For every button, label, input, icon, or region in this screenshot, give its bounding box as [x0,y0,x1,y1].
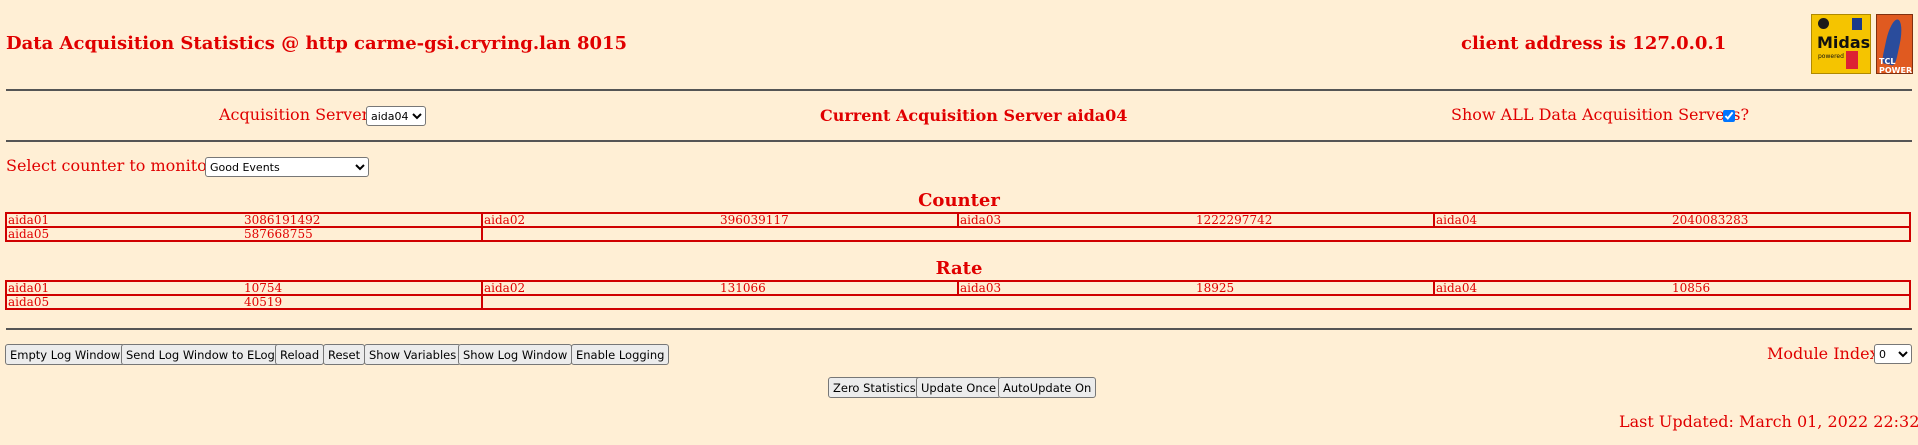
show-all-servers-label: Show ALL Data Acquisition Servers? [1451,105,1750,124]
empty-cell [481,294,1911,310]
server-name: aida04 [1436,281,1478,295]
counter-section-title: Counter [918,190,1000,211]
show-log-window-button[interactable]: Show Log Window [458,344,573,365]
rate-section-title: Rate [935,258,983,279]
divider [6,328,1912,330]
server-name: aida01 [8,281,50,295]
rate-cell: aida05 40519 [5,294,483,310]
server-name: aida04 [1436,213,1478,227]
server-name: aida05 [8,227,50,241]
rate-value: 40519 [244,295,283,309]
reset-button[interactable]: Reset [323,344,366,365]
server-name: aida02 [484,213,526,227]
counter-select[interactable]: Good Events [205,157,369,177]
send-log-to-elog-button[interactable]: Send Log Window to ELog [121,344,280,365]
module-index-label: Module Index [1767,344,1879,363]
counter-value: 3086191492 [244,213,321,227]
reload-button[interactable]: Reload [275,344,325,365]
counter-cell: aida04 2040083283 [1433,212,1911,228]
table-row: aida01 10754 aida02 131066 aida03 18925 aid… [5,280,1911,296]
server-name: aida02 [484,281,526,295]
midas-logo-text: Midas [1817,33,1871,52]
counter-value: 2040083283 [1672,213,1749,227]
rate-cell: aida04 10856 [1433,280,1911,296]
autoupdate-button[interactable]: AutoUpdate On [998,377,1097,398]
tcl-logo-text: TCL POWERED [1879,57,1913,74]
acquisition-servers-label: Acquisition Servers [219,105,378,124]
zero-statistics-button[interactable]: Zero Statistics [828,377,921,398]
enable-logging-button[interactable]: Enable Logging [571,344,670,365]
tcl-powered-logo: TCL POWERED [1876,14,1913,74]
client-address: client address is 127.0.0.1 [1461,33,1727,54]
server-name: aida05 [8,295,50,309]
current-acquisition-server: Current Acquisition Server aida04 [820,106,1128,125]
server-name: aida03 [960,281,1002,295]
rate-value: 18925 [1196,281,1235,295]
rate-value: 10856 [1672,281,1711,295]
counter-cell: aida03 1222297742 [957,212,1435,228]
acquisition-server-select[interactable]: aida04 [366,106,426,126]
midas-logo: Midas powered by [1811,14,1871,74]
counter-select-label: Select counter to monitor [6,156,215,175]
rate-cell: aida01 10754 [5,280,483,296]
empty-cell [481,226,1911,242]
table-row: aida01 3086191492 aida02 396039117 aida03 1… [5,212,1911,228]
counter-value: 587668755 [244,227,313,241]
counter-cell: aida02 396039117 [481,212,959,228]
show-variables-button[interactable]: Show Variables [364,344,462,365]
rate-value: 131066 [720,281,766,295]
empty-log-window-button[interactable]: Empty Log Window [5,344,126,365]
table-row: aida05 587668755 [5,226,1911,242]
rate-table: aida01 10754 aida02 131066 aida03 18925 aid… [5,280,1911,310]
rate-cell: aida02 131066 [481,280,959,296]
divider [6,140,1912,142]
divider [6,89,1912,91]
update-once-button[interactable]: Update Once [916,377,1002,398]
server-name: aida01 [8,213,50,227]
counter-value: 1222297742 [1196,213,1273,227]
counter-value: 396039117 [720,213,789,227]
rate-value: 10754 [244,281,283,295]
counter-table: aida01 3086191492 aida02 396039117 aida03 1… [5,212,1911,242]
rate-cell: aida03 18925 [957,280,1435,296]
page-title: Data Acquisition Statistics @ http carme… [6,33,628,54]
counter-cell: aida05 587668755 [5,226,483,242]
server-name: aida03 [960,213,1002,227]
last-updated-timestamp: Last Updated: March 01, 2022 22:32:38 [1619,412,1918,431]
module-index-select[interactable]: 0 [1874,344,1912,364]
counter-cell: aida01 3086191492 [5,212,483,228]
show-all-servers-checkbox[interactable] [1723,110,1735,122]
table-row: aida05 40519 [5,294,1911,310]
